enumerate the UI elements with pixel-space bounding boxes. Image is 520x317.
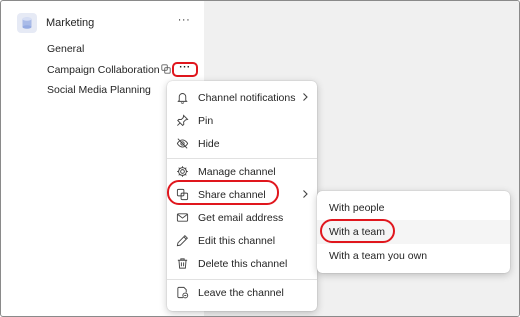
channel-more-options-button[interactable]: ··· (172, 62, 198, 77)
mail-icon (176, 211, 189, 227)
team-name: Marketing (46, 17, 95, 29)
teams-window: Marketing ··· General Campaign Collabora… (0, 0, 520, 317)
menu-item-edit-this-channel[interactable]: Edit this channel (167, 230, 317, 252)
leave-icon (176, 286, 189, 302)
menu-item-channel-notifications[interactable]: Channel notifications (167, 87, 317, 109)
shared-channel-icon (161, 64, 171, 77)
with-a-team-highlight-ring (320, 219, 395, 243)
pin-icon (176, 114, 189, 130)
channel-item-general[interactable]: General (47, 43, 84, 55)
menu-item-leave-the-channel[interactable]: Leave the channel (167, 282, 317, 304)
pencil-icon (176, 234, 189, 250)
team-more-options-button[interactable]: ··· (175, 14, 193, 30)
chevron-right-icon (301, 189, 309, 202)
channel-item-social-media-planning[interactable]: Social Media Planning (47, 84, 151, 96)
submenu-item-with-a-team-you-own[interactable]: With a team you own (317, 244, 510, 268)
menu-separator (167, 279, 317, 280)
channel-item-campaign-collaboration[interactable]: Campaign Collaboration (47, 64, 160, 76)
share-channel-highlight-ring (167, 180, 279, 205)
eye-off-icon (176, 137, 189, 153)
menu-separator (167, 158, 317, 159)
submenu-item-with-people[interactable]: With people (317, 196, 510, 220)
menu-item-hide[interactable]: Hide (167, 133, 317, 155)
team-row-marketing[interactable]: Marketing ··· (17, 12, 195, 34)
menu-item-delete-this-channel[interactable]: Delete this channel (167, 253, 317, 275)
chevron-right-icon (301, 92, 309, 105)
menu-item-pin[interactable]: Pin (167, 110, 317, 132)
bell-icon (176, 91, 189, 107)
team-cylinder-icon (17, 13, 37, 33)
menu-item-get-email-address[interactable]: Get email address (167, 207, 317, 229)
share-channel-submenu: With people With a team With a team you … (317, 191, 510, 273)
trash-icon (176, 257, 189, 273)
channel-context-menu: Channel notifications Pin Hide Manage ch… (167, 81, 317, 311)
gear-icon (176, 165, 189, 181)
